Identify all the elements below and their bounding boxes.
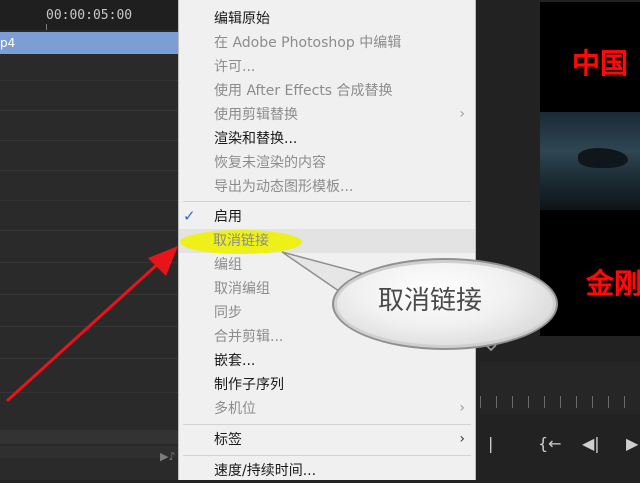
menu-item-label-submenu[interactable]: 标签 › [179,428,475,452]
track-divider [0,110,178,111]
menu-item-edit-in-photoshop[interactable]: 在 Adobe Photoshop 中编辑 [179,31,475,55]
track-divider [0,262,178,263]
menu-item-edit-original[interactable]: 编辑原始 [179,7,475,31]
callout-text: 取消链接 [378,286,483,316]
menu-item-label: 取消编组 [214,281,270,297]
video-title-top: 中国 [572,47,629,80]
clip-name: p4 [0,36,16,50]
go-to-in-icon[interactable]: {← [538,434,562,453]
menu-item-label: 导出为动态图形模板... [214,179,354,195]
menu-item-label: 编组 [214,257,242,273]
submenu-arrow-icon: › [459,106,465,122]
menu-item-label: 编辑原始 [214,11,270,27]
step-back-icon[interactable]: ◀| [582,434,600,453]
menu-item-multi-camera[interactable]: 多机位 › [179,397,475,421]
video-title-bottom: 金刚 [586,267,640,300]
menu-item-label: 使用 After Effects 合成替换 [214,83,393,99]
mark-out-icon[interactable]: | [488,434,493,453]
submenu-arrow-icon: › [459,400,465,416]
menu-item-enable[interactable]: ✓ 启用 [179,205,475,229]
menu-item-label: 多机位 [214,401,256,417]
menu-item-speed-duration[interactable]: 速度/持续时间... [179,459,475,483]
menu-item-nest[interactable]: 嵌套... [179,349,475,373]
time-ruler[interactable]: 00:00:05:00 [0,0,178,30]
track-divider [0,140,178,141]
menu-item-make-subsequence[interactable]: 制作子序列 [179,373,475,397]
submenu-arrow-icon: › [459,431,465,447]
menu-item-label: 使用剪辑替换 [214,107,298,123]
menu-item-unlink-label-wrap: 取消链接 [178,229,474,253]
track-divider [0,358,178,359]
menu-item-license[interactable]: 许可... [179,55,475,79]
timeline-audio-area [0,430,178,444]
track-divider [0,230,178,231]
play-icon[interactable]: ▶ [626,434,638,453]
timeline-marker-icon[interactable]: ▶♪ [160,450,175,463]
ruler-tick [46,24,47,30]
menu-separator [183,455,471,456]
menu-item-label: 取消链接 [213,233,269,249]
menu-item-render-and-replace[interactable]: 渲染和替换... [179,127,475,151]
scrub-ticks [480,396,640,408]
timecode-label: 00:00:05:00 [46,8,133,23]
track-divider [0,294,178,295]
checkmark-icon: ✓ [183,207,196,225]
track-divider [0,80,178,81]
menu-item-label: 许可... [214,59,256,75]
timeline-panel: 00:00:05:00 p4 ▶♪ [0,0,178,480]
video-clip[interactable]: p4 [0,32,178,54]
timeline-scrollbar[interactable] [0,446,178,458]
menu-separator [183,424,471,425]
menu-item-replace-with-clip[interactable]: 使用剪辑替换 › [179,103,475,127]
menu-item-restore-unrendered[interactable]: 恢复未渲染的内容 [179,151,475,175]
menu-item-label: 速度/持续时间... [214,463,317,479]
menu-item-label: 启用 [214,209,242,225]
menu-item-label: 合并剪辑... [214,329,284,345]
track-divider [0,326,178,327]
menu-item-replace-with-after-effects[interactable]: 使用 After Effects 合成替换 [179,79,475,103]
menu-item-label: 制作子序列 [214,377,284,393]
menu-item-label: 嵌套... [214,353,256,369]
track-divider [0,200,178,201]
menu-item-label: 在 Adobe Photoshop 中编辑 [214,35,402,51]
menu-item-label: 渲染和替换... [214,131,298,147]
track-divider [0,392,178,393]
menu-item-label: 同步 [214,305,242,321]
track-divider [0,170,178,171]
menu-item-export-motion-graphics-template[interactable]: 导出为动态图形模板... [179,175,475,199]
menu-item-label: 标签 [214,432,242,448]
menu-separator [183,201,471,202]
menu-item-label: 恢复未渲染的内容 [214,155,326,171]
